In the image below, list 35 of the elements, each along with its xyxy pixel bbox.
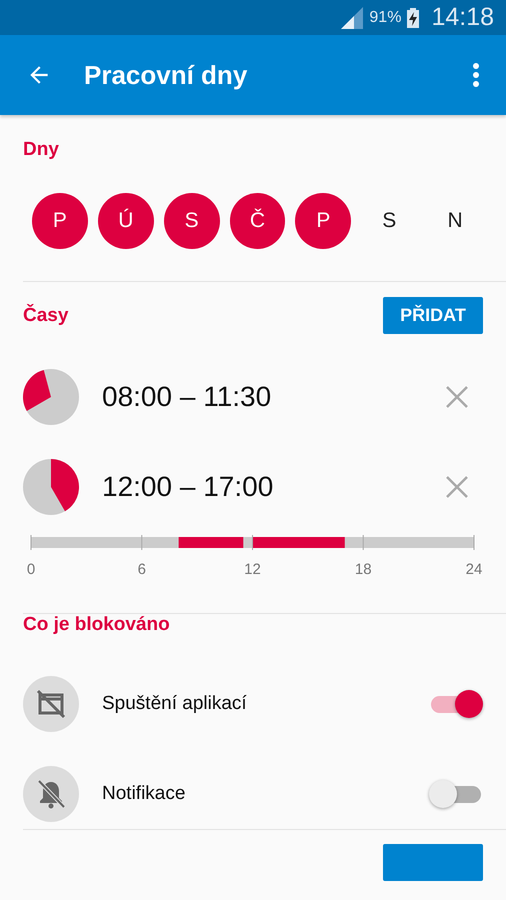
close-icon[interactable] <box>446 476 468 498</box>
day-toggle[interactable]: S <box>361 193 418 249</box>
battery-charging-icon <box>407 8 420 28</box>
clock-pie-icon <box>23 369 79 425</box>
day-toggle[interactable]: S <box>164 193 220 249</box>
day-toggle[interactable]: Ú <box>98 193 154 249</box>
app-blocked-icon <box>23 676 79 732</box>
hour-label: 0 <box>26 561 36 578</box>
hour-label: 6 <box>138 561 146 578</box>
clock-time: 14:18 <box>431 3 494 32</box>
hour-label: 24 <box>466 561 482 578</box>
block-option-label: Notifikace <box>102 783 186 805</box>
day-toggle[interactable]: Č <box>230 193 286 249</box>
time-range: 12:00 – 17:00 <box>102 471 274 503</box>
day-toggle[interactable]: N <box>427 193 484 249</box>
bell-off-icon <box>23 766 79 822</box>
more-options-icon[interactable] <box>472 62 480 88</box>
section-heading: Časy <box>23 304 68 326</box>
section-heading: Co je blokováno <box>23 614 171 636</box>
signal-icon <box>341 6 364 28</box>
toggle-switch[interactable] <box>429 689 483 719</box>
time-range-bar <box>178 537 244 548</box>
section-heading: Dny <box>23 139 60 161</box>
day-toggle[interactable]: P <box>295 193 352 249</box>
clock-pie-icon <box>23 459 79 515</box>
hour-label: 12 <box>244 561 261 578</box>
close-icon[interactable] <box>446 386 468 408</box>
toggle-switch[interactable] <box>429 779 483 809</box>
add-button[interactable]: PŘIDAT <box>383 297 483 334</box>
time-range: 08:00 – 11:30 <box>102 381 272 413</box>
hour-label: 18 <box>354 561 372 578</box>
block-option-label: Spuštění aplikací <box>102 693 248 715</box>
day-toggle[interactable]: P <box>32 193 88 249</box>
battery-percentage: 91% <box>369 8 402 26</box>
screen-title: Pracovní dny <box>84 60 248 90</box>
